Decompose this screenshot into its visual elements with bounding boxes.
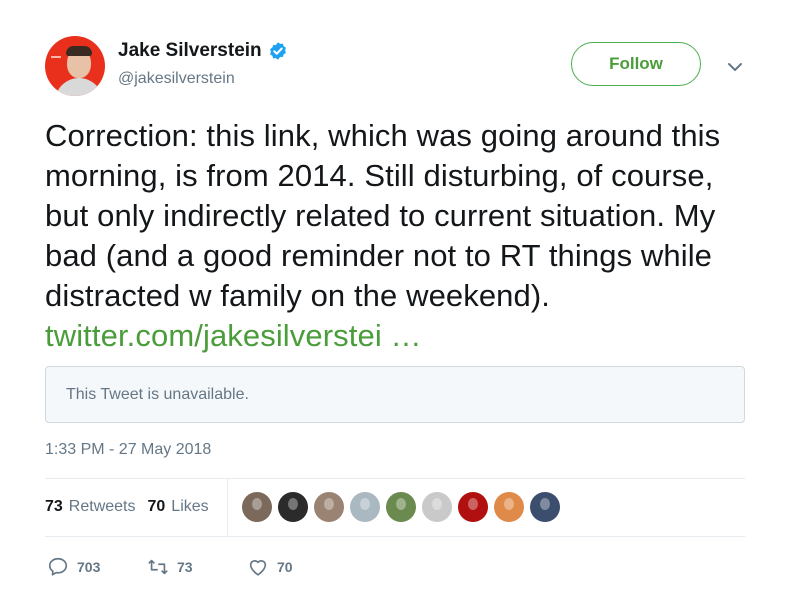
author-avatar[interactable] bbox=[45, 36, 105, 96]
liker-silhouette bbox=[324, 498, 334, 510]
retweets-stat[interactable]: 73 Retweets bbox=[45, 498, 136, 516]
avatar-tag bbox=[51, 56, 61, 58]
retweets-label: Retweets bbox=[68, 498, 136, 515]
liker-avatars bbox=[242, 492, 566, 522]
liker-avatar-1[interactable] bbox=[242, 492, 272, 522]
liker-avatar-8[interactable] bbox=[494, 492, 524, 522]
stats-separator bbox=[227, 479, 228, 536]
chevron-down-icon[interactable] bbox=[726, 58, 744, 76]
heart-icon bbox=[249, 560, 267, 576]
tweet-link[interactable]: twitter.com/jakesilverstei … bbox=[45, 318, 422, 353]
verified-badge-icon bbox=[269, 42, 286, 60]
retweet-action[interactable]: 73 bbox=[147, 556, 247, 578]
reply-icon bbox=[48, 557, 68, 576]
tweet-card: Jake Silverstein @jakesilverstein Follow… bbox=[0, 0, 790, 592]
liker-silhouette bbox=[288, 498, 298, 510]
like-count: 70 bbox=[277, 559, 293, 575]
liker-avatar-5[interactable] bbox=[386, 492, 416, 522]
divider-top bbox=[45, 478, 745, 479]
retweet-icon bbox=[148, 559, 168, 575]
follow-button[interactable]: Follow bbox=[571, 42, 701, 86]
liker-silhouette bbox=[468, 498, 478, 510]
liker-silhouette bbox=[504, 498, 514, 510]
likes-stat[interactable]: 70 Likes bbox=[148, 498, 209, 516]
liker-avatar-9[interactable] bbox=[530, 492, 560, 522]
liker-silhouette bbox=[432, 498, 442, 510]
tweet-timestamp[interactable]: 1:33 PM - 27 May 2018 bbox=[45, 441, 211, 459]
tweet-actions: 703 73 70 bbox=[47, 556, 293, 578]
liker-silhouette bbox=[540, 498, 550, 510]
avatar-shirt bbox=[55, 78, 103, 96]
liker-avatar-7[interactable] bbox=[458, 492, 488, 522]
reply-action[interactable]: 703 bbox=[47, 556, 147, 578]
engagement-stats: 73 Retweets 70 Likes bbox=[45, 498, 221, 516]
tweet-text: Correction: this link, which was going a… bbox=[45, 116, 755, 356]
author-name[interactable]: Jake Silverstein bbox=[118, 40, 262, 62]
avatar-hair bbox=[66, 46, 92, 56]
like-action[interactable]: 70 bbox=[247, 556, 293, 578]
author-name-row: Jake Silverstein bbox=[118, 40, 288, 62]
likes-count: 70 bbox=[147, 498, 166, 515]
liker-avatar-6[interactable] bbox=[422, 492, 452, 522]
liker-avatar-3[interactable] bbox=[314, 492, 344, 522]
liker-silhouette bbox=[252, 498, 262, 510]
reply-count: 703 bbox=[77, 559, 101, 575]
liker-silhouette bbox=[396, 498, 406, 510]
liker-avatar-2[interactable] bbox=[278, 492, 308, 522]
author-handle[interactable]: @jakesilverstein bbox=[118, 70, 235, 88]
liker-silhouette bbox=[360, 498, 370, 510]
likes-label: Likes bbox=[171, 498, 209, 515]
retweet-count: 73 bbox=[177, 559, 193, 575]
quoted-tweet-unavailable: This Tweet is unavailable. bbox=[45, 366, 745, 423]
retweets-count: 73 bbox=[45, 498, 63, 515]
divider-bottom bbox=[45, 536, 745, 537]
tweet-body: Correction: this link, which was going a… bbox=[45, 118, 721, 313]
liker-avatar-4[interactable] bbox=[350, 492, 380, 522]
